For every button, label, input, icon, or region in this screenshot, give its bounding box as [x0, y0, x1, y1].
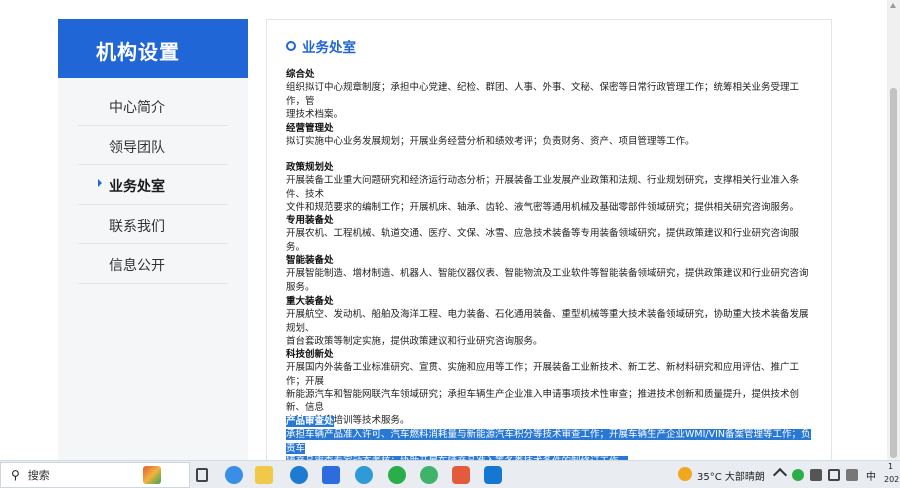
section-name: 政策规划处	[286, 162, 334, 173]
sidebar-item-disclosure[interactable]: 信息公开	[78, 244, 228, 284]
taskbar: ⚲ 搜索 35°C 大部晴朗 中 1 202	[0, 460, 900, 488]
edge-icon[interactable]	[355, 466, 373, 484]
active-window-icon[interactable]	[484, 466, 502, 484]
weather-sun-icon	[678, 467, 692, 481]
section-text: 首台套政策等制定实施，提供政策建议和行业研究咨询服务。	[286, 335, 543, 347]
section-text: 理技术档案。	[286, 108, 344, 120]
sidebar-item-intro[interactable]: 中心简介	[78, 86, 228, 126]
section-text: 拟订实施中心业务发展规划；开展业务经营分析和绩效考评；负责财务、资产、项目管理等…	[286, 136, 695, 148]
edge-browser-icon[interactable]	[225, 466, 243, 484]
section-product-review: 产品审查处 承担车辆产品准入许可、汽车燃料消耗量与新能源汽车积分等技术审查工作；…	[286, 415, 816, 463]
file-explorer-icon[interactable]	[255, 466, 273, 484]
section-text: 开展智能制造、增材制造、机器人、智能仪器仪表、智能物流及工业软件等智能装备领域研…	[286, 268, 809, 293]
section-text: 开展农机、工程机械、轨道交通、医疗、文保、冰雪、应急技术装备等专用装备领域研究，…	[286, 228, 800, 253]
main-content: 业务处室 综合处 组织拟订中心规章制度；承担中心党建、纪检、群团、人事、外事、文…	[266, 19, 832, 464]
sidebar-item-label: 联系我们	[109, 218, 165, 235]
search-highlight-icon	[143, 466, 161, 484]
section-general: 综合处 组织拟订中心规章制度；承担中心党建、纪检、群团、人事、外事、文秘、保密等…	[286, 68, 816, 121]
section-policy: 政策规划处 开展装备工业重大问题研究和经济运行动态分析；开展装备工业发展产业政策…	[286, 161, 816, 214]
taskbar-search[interactable]: ⚲ 搜索	[0, 462, 190, 488]
section-name: 智能装备处	[286, 255, 334, 266]
sidebar-item-label: 业务处室	[109, 179, 165, 195]
section-name: 产品审查处	[286, 416, 334, 427]
clock-time[interactable]: 1	[888, 462, 893, 471]
wechat-work-icon[interactable]	[420, 466, 438, 484]
sidebar-item-departments[interactable]: 业务处室	[78, 165, 228, 205]
battery-icon[interactable]	[846, 469, 858, 481]
sidebar-item-contact[interactable]: 联系我们	[78, 205, 228, 244]
sidebar-item-label: 中心简介	[109, 100, 165, 116]
section-text: 组织拟订中心规章制度；承担中心党建、纪检、群团、人事、外事、文秘、保密等日常行政…	[286, 82, 800, 107]
sidebar-item-label: 领导团队	[109, 139, 165, 156]
section-special-equipment: 专用装备处 开展农机、工程机械、轨道交通、医疗、文保、冰雪、应急技术装备等专用装…	[286, 214, 816, 254]
section-name: 专用装备处	[286, 215, 334, 226]
chevron-up-icon[interactable]	[772, 467, 788, 483]
sidebar-item-leadership[interactable]: 领导团队	[78, 126, 228, 165]
scrollbar-thumb[interactable]	[890, 88, 897, 458]
sidebar-nav: 中心简介 领导团队 业务处室 联系我们 信息公开	[58, 78, 248, 284]
section-name: 经营管理处	[286, 123, 334, 134]
app-icon[interactable]	[322, 466, 340, 484]
page: 机构设置 中心简介 领导团队 业务处室 联系我们 信息公开 业务处室 综合处 组…	[0, 0, 900, 464]
section-major-equipment: 重大装备处 开展航空、发动机、船舶及海洋工程、电力装备、石化通用装备、重型机械等…	[286, 295, 816, 348]
section-text: 开展航空、发动机、船舶及海洋工程、电力装备、石化通用装备、重型机械等重大技术装备…	[286, 309, 809, 334]
section-text: 开展装备工业重大问题研究和经济运行动态分析；开展装备工业发展产业政策和法规、行业…	[286, 175, 800, 200]
section-operations: 经营管理处 拟订实施中心业务发展规划；开展业务经营分析和绩效考评；负责财务、资产…	[286, 122, 816, 149]
weather-text[interactable]: 35°C 大部晴朗	[697, 468, 765, 483]
section-name: 综合处	[286, 69, 315, 80]
browser-icon[interactable]	[290, 466, 308, 484]
volume-icon[interactable]	[828, 469, 840, 481]
wechat-icon[interactable]	[388, 466, 406, 484]
page-title: 业务处室	[286, 36, 356, 56]
section-name: 科技创新处	[286, 349, 334, 360]
section-text: 文件和规范要求的编制工作；开展机床、轴承、齿轮、液气密等通用机械及基础零部件领域…	[286, 201, 800, 213]
caret-right-icon	[98, 179, 102, 187]
network-icon[interactable]	[810, 469, 822, 481]
search-icon: ⚲	[11, 468, 20, 482]
sidebar-item-label: 信息公开	[109, 258, 165, 274]
sidebar-title: 机构设置	[58, 19, 248, 78]
scroll-up-arrow-icon[interactable]	[890, 3, 896, 8]
ime-indicator[interactable]: 中	[866, 468, 876, 483]
wechat-tray-icon[interactable]	[792, 469, 804, 481]
office-icon[interactable]	[452, 466, 470, 484]
section-text: 开展国内外装备工业标准研究、宣贯、实施和应用等工作；开展装备工业新技术、新工艺、…	[286, 362, 800, 387]
section-smart-equipment: 智能装备处 开展智能制造、增材制造、机器人、智能仪器仪表、智能物流及工业软件等智…	[286, 254, 816, 294]
circle-bullet-icon	[286, 41, 296, 51]
search-placeholder: 搜索	[27, 469, 50, 482]
clock-date[interactable]: 202	[884, 475, 899, 484]
section-text: 新能源汽车和智能网联汽车领域研究；承担车辆生产企业准入申请事项技术性审查；推进技…	[286, 388, 800, 414]
page-title-text: 业务处室	[302, 40, 356, 56]
scrollbar[interactable]	[887, 0, 900, 460]
task-view-icon[interactable]	[196, 468, 208, 482]
section-name: 重大装备处	[286, 296, 334, 307]
sidebar: 机构设置 中心简介 领导团队 业务处室 联系我们 信息公开	[58, 19, 248, 464]
section-text: 承担车辆产品准入许可、汽车燃料消耗量与新能源汽车积分等技术审查工作；开展车辆生产…	[286, 429, 811, 454]
